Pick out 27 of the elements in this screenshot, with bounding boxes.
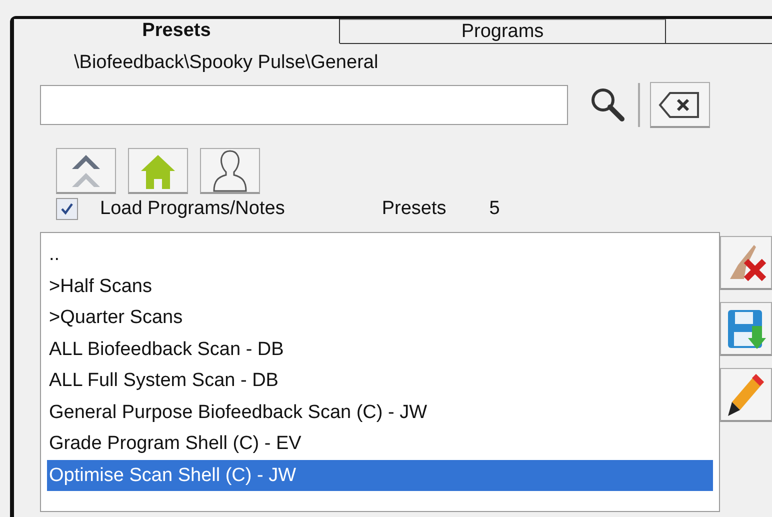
home-button[interactable] <box>128 148 188 194</box>
presets-count: 5 <box>489 198 500 220</box>
list-item[interactable]: General Purpose Biofeedback Scan (C) - JW <box>47 396 713 428</box>
save-button[interactable] <box>720 302 772 356</box>
search-field[interactable] <box>40 85 568 125</box>
up-button[interactable] <box>56 148 116 194</box>
check-icon <box>60 202 74 216</box>
floppy-disk-icon <box>726 308 766 350</box>
tab[interactable]: Presets <box>14 19 340 44</box>
list-item[interactable]: ALL Full System Scan - DB <box>47 365 713 396</box>
presets-label: Presets <box>382 198 446 220</box>
pencil-icon <box>726 372 766 418</box>
tab[interactable]: Programs <box>340 19 666 43</box>
list-item[interactable]: >Half Scans <box>47 270 713 302</box>
edit-button[interactable] <box>720 368 772 422</box>
delete-button[interactable] <box>720 236 772 290</box>
list-item[interactable]: .. <box>47 239 713 270</box>
list-item[interactable]: >Quarter Scans <box>47 302 713 334</box>
checkbox-label: Load Programs/Notes <box>100 198 285 220</box>
list-item[interactable]: Optimise Scan Shell (C) - JW <box>47 460 713 491</box>
list-item[interactable]: ALL Biofeedback Scan - DB <box>47 334 713 365</box>
clear-button[interactable] <box>650 82 710 128</box>
user-button[interactable] <box>200 148 260 194</box>
backspace-icon <box>658 90 702 120</box>
list-item[interactable]: Grade Program Shell (C) - EV <box>47 428 713 460</box>
checkbox[interactable] <box>56 198 78 220</box>
folder-path: \Biofeedback\Spooky Pulse\General <box>74 52 378 74</box>
